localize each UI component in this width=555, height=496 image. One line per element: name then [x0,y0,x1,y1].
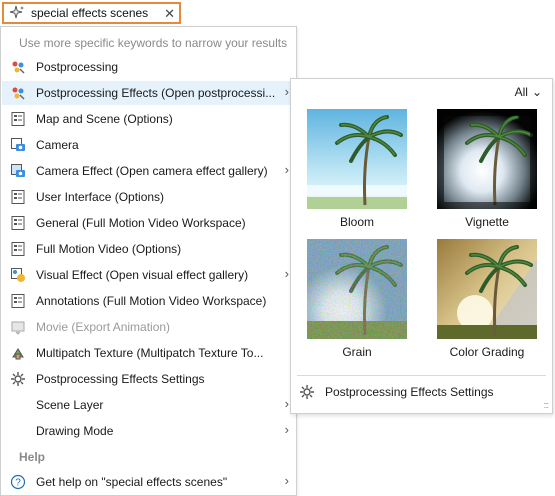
gallery-settings-item[interactable]: Postprocessing Effects Settings [299,383,539,403]
menu-item-label: General (Full Motion Video Workspace) [36,216,246,230]
menu-item-visual-effect-open-visual-effect-gallery[interactable]: Visual Effect (Open visual effect galler… [2,263,295,287]
sparkle-icon [7,4,27,22]
gear-icon [299,384,315,403]
effect-label-color-grading: Color Grading [449,345,525,359]
menu-item-user-interface-options[interactable]: User Interface (Options) [2,185,295,209]
menu-item-label: Camera Effect (Open camera effect galler… [36,164,268,178]
postprocessing-icon [10,59,26,75]
menu-item-label: Multipatch Texture (Multipatch Texture T… [36,346,264,360]
menu-item-label: Map and Scene (Options) [36,112,173,126]
menu-item-camera-effect-open-camera-effect-gallery[interactable]: Camera Effect (Open camera effect galler… [2,159,295,183]
help-item[interactable]: ? Get help on "special effects scenes" › [2,470,295,494]
chevron-right-icon: › [284,473,289,488]
menu-item-label: Visual Effect (Open visual effect galler… [36,268,249,282]
filter-label: All [514,85,528,99]
camera-effect-icon [10,163,26,179]
postprocessing-icon [10,85,26,101]
menu-item-label: Camera [36,138,79,152]
menu-item-multipatch-texture-multipatch-texture-to[interactable]: Multipatch Texture (Multipatch Texture T… [2,341,295,365]
menu-item-map-and-scene-options[interactable]: Map and Scene (Options) [2,107,295,131]
menu-item-label: Movie (Export Animation) [36,320,171,334]
chevron-right-icon: › [284,396,289,411]
menu-item-label: Annotations (Full Motion Video Workspace… [36,294,267,308]
bloom-thumbnail[interactable] [307,109,407,209]
menu-item-label: User Interface (Options) [36,190,165,204]
gallery-settings-label: Postprocessing Effects Settings [325,385,494,399]
chevron-down-icon: ⌄ [531,85,542,99]
effect-label-vignette: Vignette [465,215,509,229]
menu-item-postprocessing-effects-settings[interactable]: Postprocessing Effects Settings [2,367,295,391]
resize-grip-icon[interactable]: ::: [543,400,548,410]
vignette-thumbnail[interactable] [437,109,537,209]
search-results-menu: Use more specific keywords to narrow you… [0,26,297,496]
gear-icon [10,371,26,387]
chevron-right-icon: › [284,84,289,99]
gallery-filter-dropdown[interactable]: All ⌄ [515,85,542,99]
menu-item-camera[interactable]: Camera [2,133,295,157]
menu-item-label: Full Motion Video (Options) [36,242,182,256]
color-grading-thumbnail[interactable] [437,239,537,339]
options-icon [10,111,26,127]
hint-text: Use more specific keywords to narrow you… [19,36,288,50]
movie-export-icon [10,319,26,335]
menu-item-full-motion-video-options[interactable]: Full Motion Video (Options) [2,237,295,261]
help-icon: ? [10,474,26,490]
menu-item-general-full-motion-video-workspace[interactable]: General (Full Motion Video Workspace) [2,211,295,235]
options-icon [10,241,26,257]
visual-effect-icon [10,267,26,283]
menu-item-postprocessing-effects-open-postprocessi[interactable]: Postprocessing Effects (Open postprocess… [2,81,295,105]
search-input[interactable] [27,6,161,20]
gallery-divider [297,375,546,376]
chevron-right-icon: › [284,266,289,281]
svg-text:?: ? [15,478,21,489]
effect-label-grain: Grain [342,345,372,359]
multipatch-texture-icon [10,345,26,361]
help-heading: Help [19,450,46,464]
search-box[interactable]: ✕ [2,2,181,24]
menu-item-postprocessing[interactable]: Postprocessing [2,55,295,79]
options-icon [10,189,26,205]
postprocessing-effects-gallery: All ⌄ Bloom Vignette Grain Color Grading… [290,78,553,414]
grain-thumbnail[interactable] [307,239,407,339]
menu-item-label: Postprocessing Effects Settings [36,372,205,386]
menu-item-scene-layer[interactable]: Scene Layer › [2,393,295,417]
camera-options-icon [10,137,26,153]
effect-label-bloom: Bloom [339,215,374,229]
chevron-right-icon: › [284,422,289,437]
options-icon [10,293,26,309]
menu-item-label: Postprocessing [36,60,119,74]
menu-item-label: Scene Layer [36,398,104,412]
menu-item-movie-export-animation[interactable]: Movie (Export Animation) [2,315,295,339]
chevron-right-icon: › [284,162,289,177]
menu-item-drawing-mode[interactable]: Drawing Mode › [2,419,295,443]
menu-item-label: Drawing Mode [36,424,114,438]
help-item-label: Get help on "special effects scenes" [36,475,228,489]
options-icon [10,215,26,231]
close-icon[interactable]: ✕ [164,6,175,22]
menu-item-annotations-full-motion-video-workspace[interactable]: Annotations (Full Motion Video Workspace… [2,289,295,313]
menu-item-label: Postprocessing Effects (Open postprocess… [36,86,276,100]
